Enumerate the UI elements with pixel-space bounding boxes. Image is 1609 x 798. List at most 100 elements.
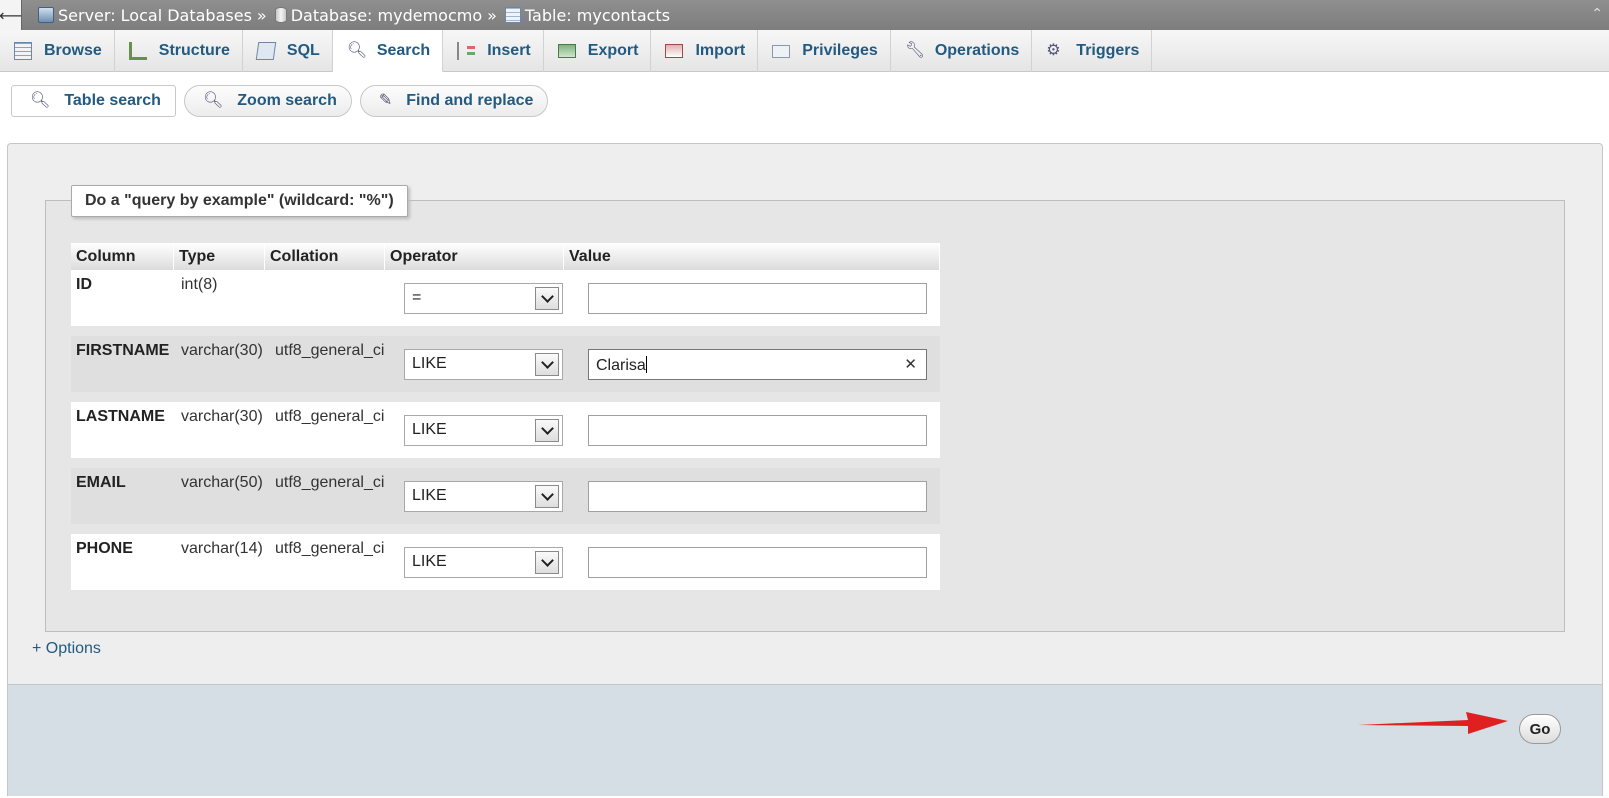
- form-footer: Go: [8, 684, 1602, 796]
- search-criteria-table: Column Type Collation Operator Value ID …: [71, 243, 940, 590]
- sql-icon: [255, 42, 277, 60]
- value-input[interactable]: [588, 481, 927, 512]
- chevron-down-icon[interactable]: [535, 551, 559, 574]
- tab-operations[interactable]: 🔧︎ Operations: [891, 30, 1033, 72]
- subtab-label: Zoom search: [237, 92, 337, 109]
- column-name: ID: [76, 276, 92, 293]
- clear-icon[interactable]: ✕: [904, 355, 917, 373]
- breadcrumb-bar: ⟵ Server: Local Databases » Database: my…: [0, 0, 1609, 30]
- table-row: EMAIL varchar(50) utf8_general_ci LIKE: [71, 468, 940, 524]
- operator-value: LIKE: [412, 355, 447, 372]
- subtab-label: Find and replace: [406, 92, 534, 109]
- table-row: ID int(8) =: [71, 270, 940, 326]
- breadcrumb: Server: Local Databases » Database: myde…: [38, 6, 670, 25]
- tab-privileges[interactable]: Privileges: [758, 30, 891, 72]
- header-type: Type: [174, 243, 265, 270]
- column-collation: utf8_general_ci: [275, 408, 385, 425]
- breadcrumb-separator: »: [487, 5, 497, 25]
- zoom-icon: 🔍︎: [202, 92, 224, 109]
- tab-label: Privileges: [802, 42, 878, 59]
- header-collation: Collation: [265, 243, 385, 270]
- insert-icon: [457, 42, 476, 60]
- column-name: EMAIL: [76, 474, 126, 491]
- search-icon: 🔍︎: [346, 41, 368, 59]
- column-type: varchar(14): [181, 540, 263, 557]
- chevron-down-icon[interactable]: [535, 419, 559, 442]
- operator-value: LIKE: [412, 553, 447, 570]
- chevron-down-icon[interactable]: [535, 353, 559, 376]
- tab-label: SQL: [286, 42, 320, 59]
- value-input[interactable]: [588, 283, 927, 314]
- tab-label: Search: [376, 41, 431, 59]
- table-row: LASTNAME varchar(30) utf8_general_ci LIK…: [71, 402, 940, 458]
- subtab-zoom-search[interactable]: 🔍︎ Zoom search: [183, 85, 352, 117]
- table-row: PHONE varchar(14) utf8_general_ci LIKE: [71, 534, 940, 590]
- tab-label: Export: [587, 42, 639, 59]
- breadcrumb-server[interactable]: Server: Local Databases: [58, 6, 252, 25]
- breadcrumb-separator: »: [256, 5, 267, 25]
- value-input[interactable]: [588, 415, 927, 446]
- tab-browse[interactable]: Browse: [0, 30, 115, 72]
- browse-icon: [14, 42, 32, 60]
- column-collation: utf8_general_ci: [275, 474, 385, 491]
- column-name: FIRSTNAME: [76, 342, 170, 359]
- back-arrow-icon[interactable]: ⟵: [0, 0, 22, 30]
- tab-import[interactable]: Import: [651, 30, 759, 72]
- chevron-down-icon[interactable]: [535, 485, 559, 508]
- search-subtabs: 🔍︎ Table search 🔍︎ Zoom search ✎ Find an…: [11, 85, 556, 117]
- tab-label: Browse: [44, 42, 102, 59]
- database-icon: [274, 7, 287, 23]
- table-icon: [504, 7, 521, 23]
- subtab-find-replace[interactable]: ✎ Find and replace: [359, 85, 549, 117]
- column-type: varchar(30): [181, 342, 263, 359]
- breadcrumb-table[interactable]: Table: mycontacts: [525, 6, 670, 25]
- operator-select[interactable]: LIKE: [404, 547, 563, 578]
- export-icon: [557, 44, 576, 58]
- chevron-down-icon[interactable]: [535, 287, 559, 310]
- value-input[interactable]: Clarisa ✕: [588, 349, 927, 380]
- privileges-icon: [772, 44, 791, 58]
- import-icon: [665, 44, 684, 58]
- operator-value: =: [412, 289, 422, 306]
- structure-icon: [128, 42, 147, 60]
- table-header: Column Type Collation Operator Value: [71, 243, 940, 270]
- breadcrumb-database[interactable]: Database: mydemocmo: [291, 6, 482, 25]
- operator-select[interactable]: =: [404, 283, 563, 314]
- tab-label: Import: [695, 42, 746, 59]
- tab-insert[interactable]: Insert: [443, 30, 544, 72]
- column-type: varchar(30): [181, 408, 263, 425]
- tab-structure[interactable]: Structure: [115, 30, 243, 72]
- header-operator: Operator: [385, 243, 564, 270]
- search-icon: 🔍︎: [30, 92, 51, 109]
- column-name: LASTNAME: [76, 408, 165, 425]
- operator-value: LIKE: [412, 487, 447, 504]
- tab-triggers[interactable]: ⚙︎ Triggers: [1032, 30, 1153, 72]
- subtab-label: Table search: [64, 92, 161, 109]
- search-form: Do a "query by example" (wildcard: "%") …: [7, 143, 1603, 796]
- column-type: int(8): [181, 276, 218, 293]
- tab-label: Insert: [487, 42, 531, 59]
- text-caret: [645, 356, 647, 373]
- go-button[interactable]: Go: [1519, 714, 1561, 744]
- subtab-table-search[interactable]: 🔍︎ Table search: [11, 85, 176, 117]
- column-collation: utf8_general_ci: [275, 342, 385, 359]
- tab-search[interactable]: 🔍︎ Search: [332, 30, 444, 72]
- value-text: Clarisa: [596, 357, 646, 374]
- operator-value: LIKE: [412, 421, 447, 438]
- header-value: Value: [564, 243, 940, 270]
- operator-select[interactable]: LIKE: [404, 349, 563, 380]
- main-tabs: Browse Structure SQL 🔍︎ Search Insert Ex…: [0, 30, 1609, 72]
- tab-sql[interactable]: SQL: [243, 30, 333, 72]
- tab-export[interactable]: Export: [544, 30, 652, 72]
- tab-label: Structure: [158, 42, 230, 59]
- column-name: PHONE: [76, 540, 133, 557]
- options-toggle-link[interactable]: + Options: [32, 640, 101, 658]
- tab-label: Triggers: [1076, 42, 1140, 59]
- value-input[interactable]: [588, 547, 927, 578]
- collapse-icon[interactable]: ⌃: [1591, 6, 1603, 22]
- column-collation: utf8_general_ci: [275, 540, 385, 557]
- operator-select[interactable]: LIKE: [404, 415, 563, 446]
- query-by-example-fieldset: Do a "query by example" (wildcard: "%") …: [45, 185, 1565, 632]
- operator-select[interactable]: LIKE: [404, 481, 563, 512]
- triggers-icon: ⚙︎: [1046, 42, 1061, 59]
